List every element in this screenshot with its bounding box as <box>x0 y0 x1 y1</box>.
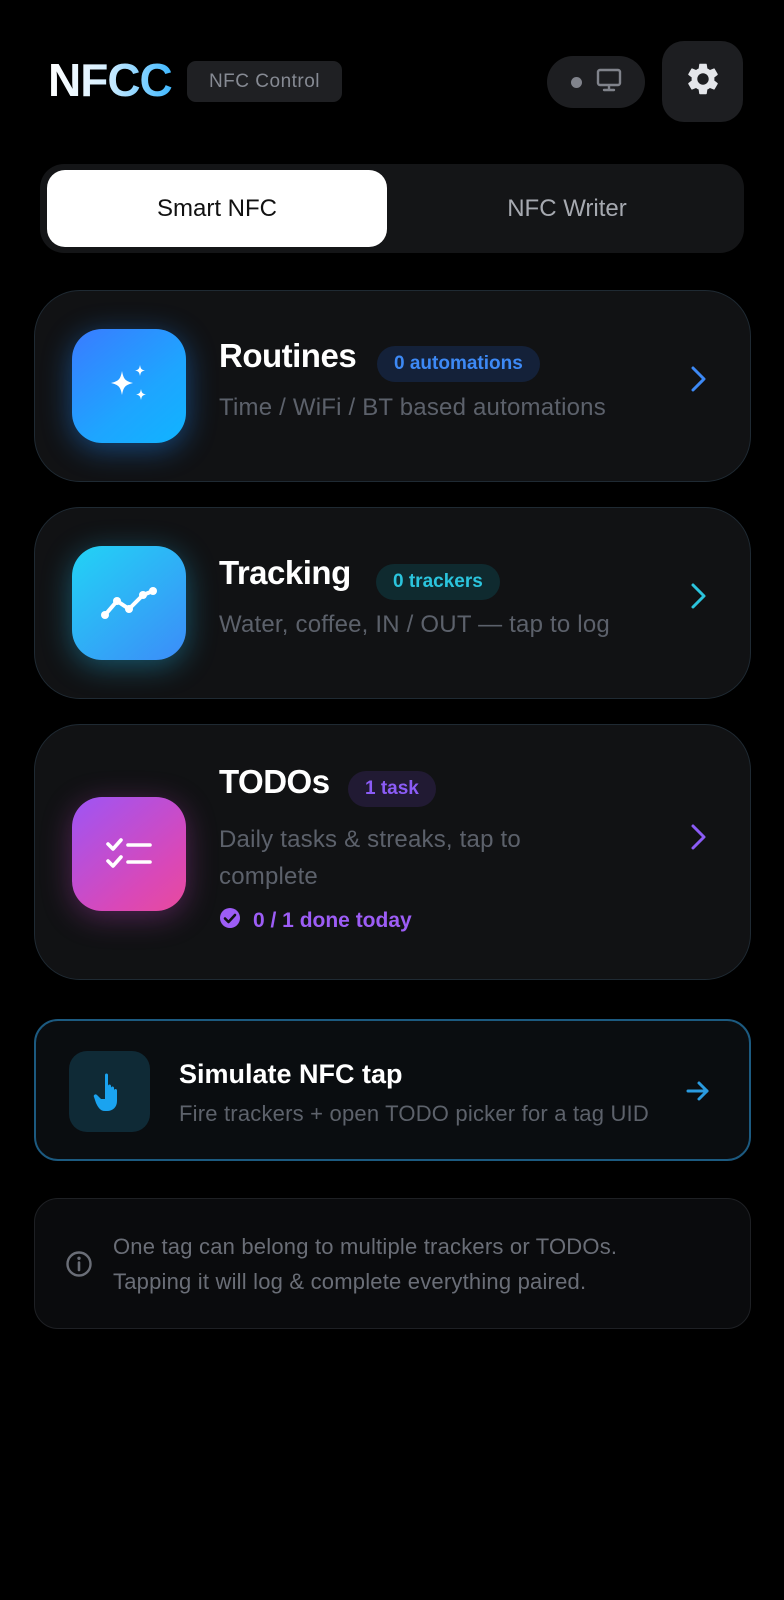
simulate-title: Simulate NFC tap <box>179 1059 403 1089</box>
info-note: One tag can belong to multiple trackers … <box>34 1198 751 1329</box>
chevron-right-icon <box>691 583 706 609</box>
todos-subtitle-line1: Daily tasks & streaks, tap to <box>219 826 521 853</box>
check-circle-icon <box>219 907 241 935</box>
tracking-count-badge: 0 trackers <box>376 564 500 600</box>
simulate-subtitle: Fire trackers + open TODO picker for a t… <box>179 1101 649 1126</box>
device-status-pill[interactable] <box>547 56 645 108</box>
info-icon <box>66 1251 92 1277</box>
todos-card[interactable]: TODOs 1 task Daily tasks & streaks, tap … <box>34 724 751 980</box>
simulate-nfc-tap-button[interactable]: Simulate NFC tap Fire trackers + open TO… <box>34 1019 751 1161</box>
tracking-title: Tracking <box>219 554 351 591</box>
status-dot <box>570 76 582 88</box>
settings-button[interactable] <box>662 41 743 122</box>
todos-progress: 0 / 1 done today <box>219 907 412 935</box>
app-subtitle-badge: NFC Control <box>187 61 342 102</box>
sparkles-icon <box>72 329 186 443</box>
app-header: NFCC NFC Control <box>0 0 784 160</box>
tab-nfc-writer[interactable]: NFC Writer <box>397 170 737 247</box>
mode-segmented-control: Smart NFC NFC Writer <box>40 164 744 253</box>
routines-card[interactable]: Routines 0 automations Time / WiFi / BT … <box>34 290 751 482</box>
tab-smart-nfc[interactable]: Smart NFC <box>47 170 387 247</box>
todos-count-badge: 1 task <box>348 771 436 807</box>
trend-line-icon <box>72 546 186 660</box>
routines-count-badge: 0 automations <box>377 346 540 382</box>
todos-title: TODOs <box>219 763 330 800</box>
chevron-right-icon <box>691 824 706 850</box>
tracking-subtitle: Water, coffee, IN / OUT — tap to log <box>219 611 610 638</box>
gear-icon <box>684 60 722 103</box>
info-text: One tag can belong to multiple trackers … <box>113 1229 713 1299</box>
tap-hand-icon <box>69 1051 150 1132</box>
monitor-icon <box>596 68 622 97</box>
tracking-card[interactable]: Tracking 0 trackers Water, coffee, IN / … <box>34 507 751 699</box>
todos-subtitle-line2: complete <box>219 863 318 890</box>
todos-subtitle: Daily tasks & streaks, tap to complete <box>219 821 521 895</box>
routines-title: Routines <box>219 337 357 374</box>
routines-subtitle: Time / WiFi / BT based automations <box>219 394 606 421</box>
todos-done-label: 0 / 1 done today <box>253 909 412 932</box>
checklist-icon <box>72 797 186 911</box>
chevron-right-icon <box>691 366 706 392</box>
info-line1: One tag can belong to multiple trackers … <box>113 1234 618 1259</box>
arrow-right-icon <box>686 1081 709 1101</box>
app-logo: NFCC <box>48 54 173 106</box>
info-line2: Tapping it will log & complete everythin… <box>113 1269 587 1294</box>
